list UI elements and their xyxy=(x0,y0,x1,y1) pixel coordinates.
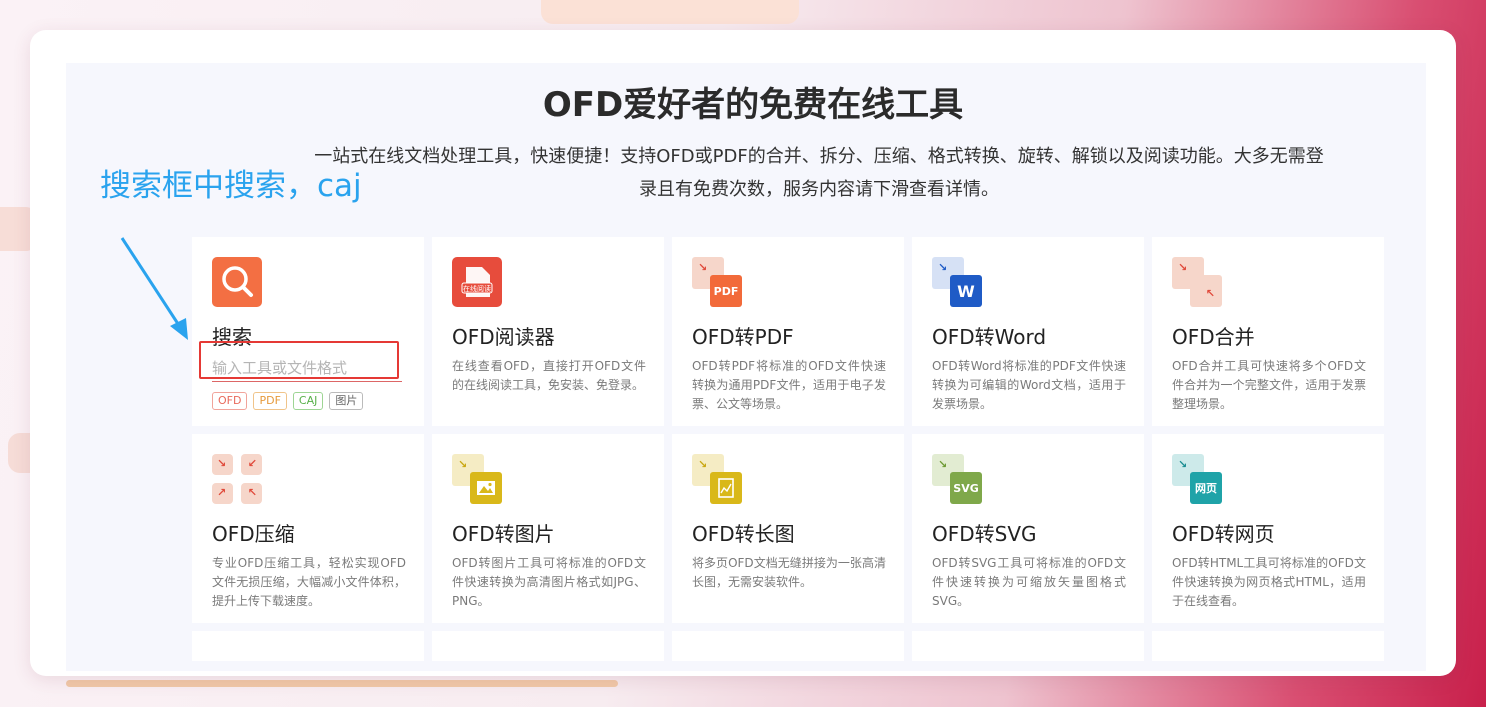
tool-card-ofd-to-long-image[interactable]: ↘ OFD转长图 将多页OFD文档无缝拼接为一张高清长图，无需安装软件。 xyxy=(672,434,904,623)
page-description: 一站式在线文档处理工具，快速便捷！支持OFD或PDF的合并、拆分、压缩、格式转换… xyxy=(314,146,1324,200)
tool-card-ofd-to-image[interactable]: ↘ OFD转图片 OFD转图片工具可将标准的OFD文件快速转换为高清图片格式如J… xyxy=(432,434,664,623)
svg-icon: ↘ SVG xyxy=(932,454,982,504)
tool-card-partial[interactable] xyxy=(432,631,664,661)
tool-description: OFD转图片工具可将标准的OFD文件快速转换为高清图片格式如JPG、PNG。 xyxy=(452,556,646,608)
tool-card-ofd-merge[interactable]: ↘ ↖ OFD合并 OFD合并工具可快速将多个OFD文件合并为一个完整文件，适用… xyxy=(1152,237,1384,426)
tool-description: OFD转PDF将标准的OFD文件快速转换为通用PDF文件，适用于电子发票、公文等… xyxy=(692,359,886,411)
tool-card-ofd-to-html[interactable]: ↘ 网页 OFD转网页 OFD转HTML工具可将标准的OFD文件快速转换为网页格… xyxy=(1152,434,1384,623)
long-image-icon: ↘ xyxy=(692,454,742,504)
word-icon: ↘ W xyxy=(932,257,982,307)
reader-badge-text: 在线阅读 xyxy=(463,286,491,293)
tool-title: OFD合并 xyxy=(1172,325,1255,349)
compress-icon: ↘ ↙ ↗ ↖ xyxy=(212,454,262,504)
tool-title: OFD压缩 xyxy=(212,522,295,546)
tag-caj[interactable]: CAJ xyxy=(292,392,324,410)
html-badge: 网页 xyxy=(1190,472,1222,504)
annotation-arrow-icon xyxy=(120,237,188,340)
search-tags: OFD PDF CAJ 图片 xyxy=(212,392,404,410)
word-badge: W xyxy=(950,275,982,307)
tag-image[interactable]: 图片 xyxy=(329,392,364,410)
search-card: 搜索 OFD PDF CAJ 图片 xyxy=(192,237,424,426)
top-decoration xyxy=(541,0,799,24)
tool-title: OFD转PDF xyxy=(692,325,794,349)
pdf-badge: PDF xyxy=(710,275,742,307)
tool-card-ofd-reader[interactable]: 在线阅读 OFD阅读器 在线查看OFD，直接打开OFD文件的在线阅读工具，免安装… xyxy=(432,237,664,426)
tool-title: OFD转长图 xyxy=(692,522,795,546)
tag-pdf[interactable]: PDF xyxy=(253,392,287,410)
tool-grid: 搜索 OFD PDF CAJ 图片 在线阅读 OFD阅读器 在线查看OFD，直 xyxy=(192,237,1384,661)
tool-card-partial[interactable] xyxy=(672,631,904,661)
page-title: OFD爱好者的免费在线工具 xyxy=(542,85,964,125)
svg-badge: SVG xyxy=(950,472,982,504)
tool-description: 在线查看OFD，直接打开OFD文件的在线阅读工具，免安装、免登录。 xyxy=(452,359,646,392)
image-icon: ↘ xyxy=(452,454,502,504)
tool-title: OFD转图片 xyxy=(452,522,555,546)
tool-title: OFD转SVG xyxy=(932,522,1037,546)
tool-description: OFD转Word将标准的PDF文件快速转换为可编辑的Word文档，适用于发票场景… xyxy=(932,359,1126,411)
tag-ofd[interactable]: OFD xyxy=(212,392,248,410)
search-input[interactable] xyxy=(212,357,402,382)
tool-card-partial[interactable] xyxy=(1152,631,1384,661)
reader-icon: 在线阅读 xyxy=(452,257,502,307)
tool-description: OFD转SVG工具可将标准的OFD文件快速转换为可缩放矢量图格式SVG。 xyxy=(932,556,1126,608)
tool-title: OFD转网页 xyxy=(1172,522,1275,546)
tool-title: OFD转Word xyxy=(932,325,1047,349)
bottom-decoration xyxy=(66,680,618,687)
search-card-title: 搜索 xyxy=(212,325,252,349)
annotation-text: 搜索框中搜索，caj xyxy=(100,168,362,204)
tool-card-partial[interactable] xyxy=(192,631,424,661)
tool-description: 将多页OFD文档无缝拼接为一张高清长图，无需安装软件。 xyxy=(692,556,886,589)
tool-card-ofd-to-word[interactable]: ↘ W OFD转Word OFD转Word将标准的PDF文件快速转换为可编辑的W… xyxy=(912,237,1144,426)
search-icon xyxy=(212,257,262,307)
tool-description: OFD转HTML工具可将标准的OFD文件快速转换为网页格式HTML，适用于在线查… xyxy=(1172,556,1366,608)
html-icon: ↘ 网页 xyxy=(1172,454,1222,504)
tool-card-ofd-to-pdf[interactable]: ↘ PDF OFD转PDF OFD转PDF将标准的OFD文件快速转换为通用PDF… xyxy=(672,237,904,426)
tool-description: OFD合并工具可快速将多个OFD文件合并为一个完整文件，适用于发票整理场景。 xyxy=(1172,359,1366,411)
window-frame: OFD爱好者的免费在线工具 一站式在线文档处理工具，快速便捷！支持OFD或PDF… xyxy=(30,30,1456,676)
pdf-icon: ↘ PDF xyxy=(692,257,742,307)
tool-card-partial[interactable] xyxy=(912,631,1144,661)
merge-icon: ↘ ↖ xyxy=(1172,257,1222,307)
tool-title: OFD阅读器 xyxy=(452,325,555,349)
tool-description: 专业OFD压缩工具，轻松实现OFD文件无损压缩，大幅减小文件体积，提升上传下载速… xyxy=(212,556,406,608)
tool-card-ofd-compress[interactable]: ↘ ↙ ↗ ↖ OFD压缩 专业OFD压缩工具，轻松实现OFD文件无损压缩，大幅… xyxy=(192,434,424,623)
tool-card-ofd-to-svg[interactable]: ↘ SVG OFD转SVG OFD转SVG工具可将标准的OFD文件快速转换为可缩… xyxy=(912,434,1144,623)
